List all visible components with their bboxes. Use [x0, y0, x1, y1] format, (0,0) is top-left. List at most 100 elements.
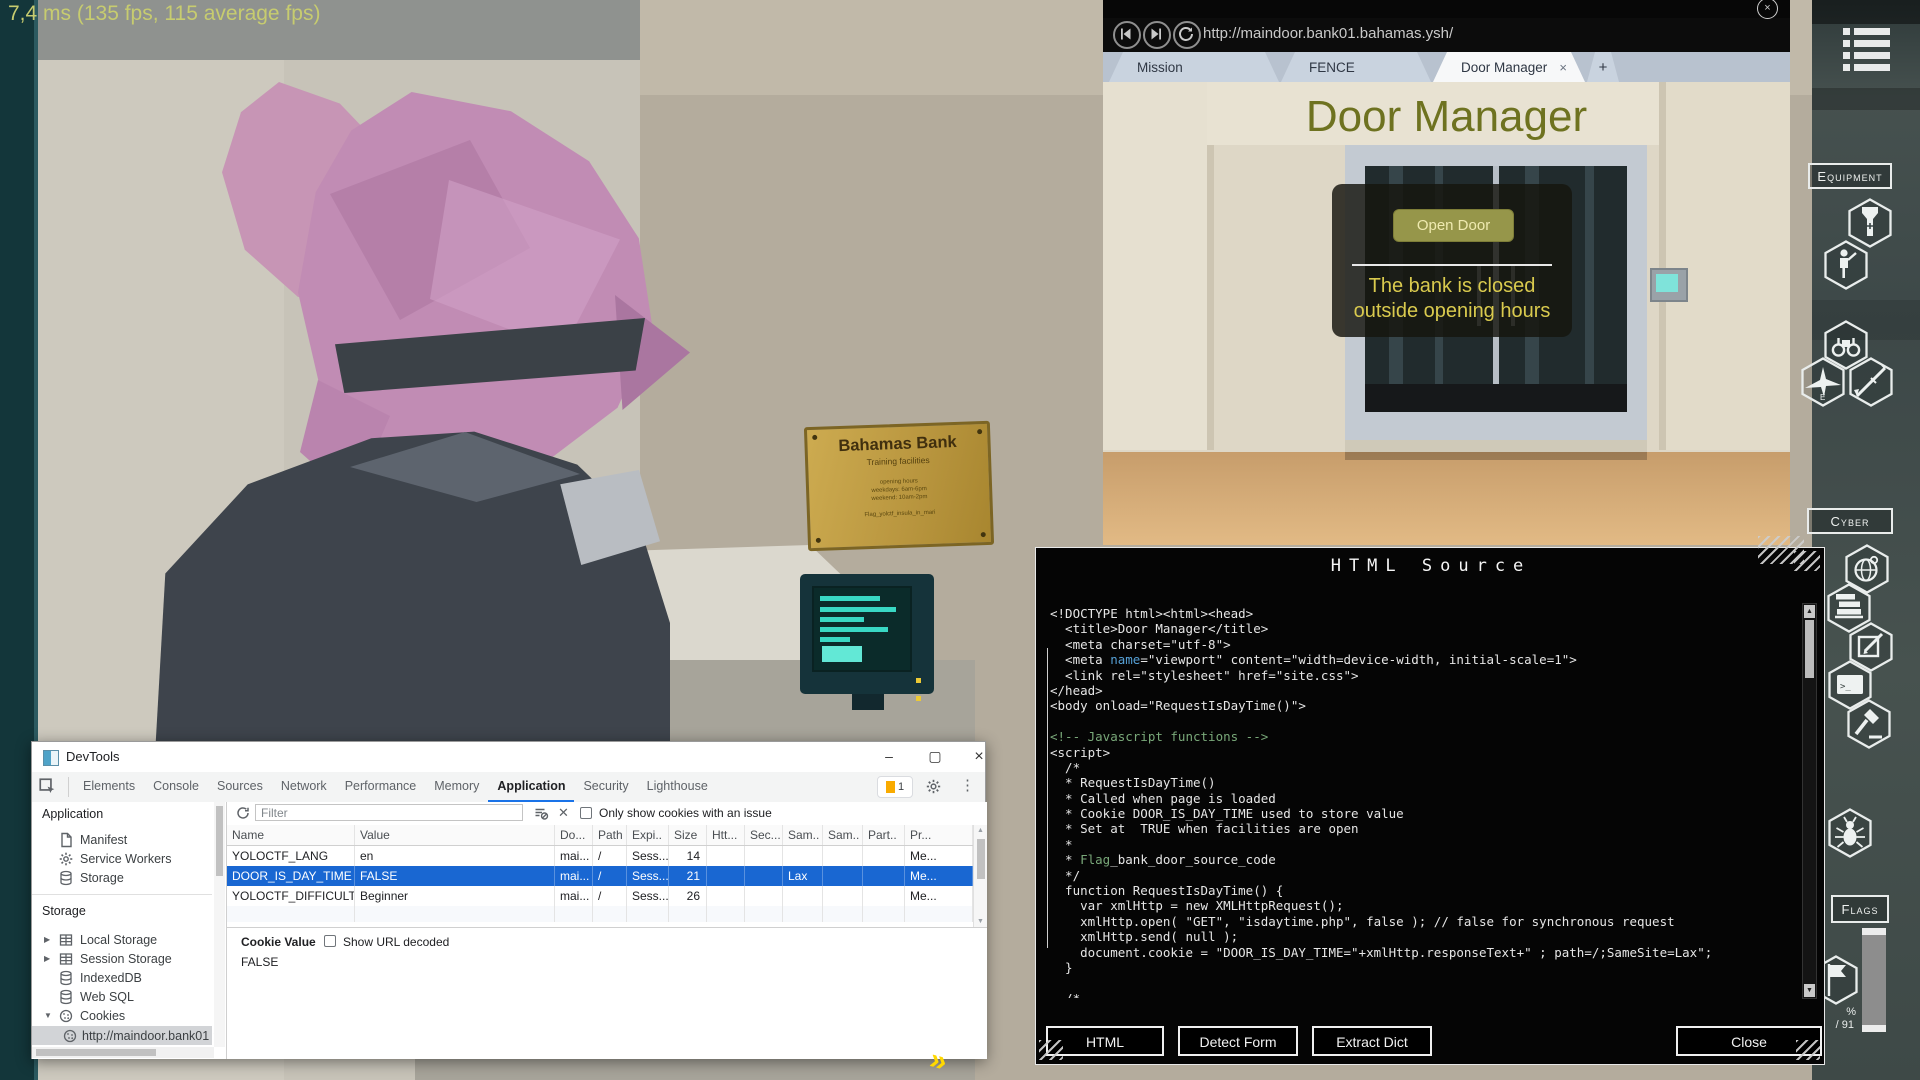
column-header[interactable]: Path [593, 825, 627, 845]
close-window-button[interactable]: × [962, 742, 996, 771]
scroll-up-icon[interactable]: ▲ [974, 827, 987, 834]
scroll-up-icon[interactable]: ▲ [1804, 605, 1815, 618]
devtools-app-icon [43, 750, 59, 766]
refresh-icon[interactable] [235, 805, 251, 824]
column-header[interactable]: Expi.. [627, 825, 669, 845]
cookie-cell: Me... [905, 846, 973, 866]
column-header[interactable]: Sec... [745, 825, 783, 845]
devtools-tab-sources[interactable]: Sources [208, 772, 272, 802]
issues-checkbox[interactable] [580, 807, 592, 819]
back-button[interactable] [1113, 21, 1141, 49]
sidebar-item-storage[interactable]: Storage [32, 868, 212, 887]
cookie-row-YOLOCTF_DIFFICULTY[interactable]: YOLOCTF_DIFFICULTYBeginnermai.../Sess...… [227, 886, 973, 906]
sidebar-item-indexeddb[interactable]: IndexedDB [32, 968, 212, 987]
clear-filter-icon[interactable]: ✕ [558, 805, 569, 821]
devtools-tab-console[interactable]: Console [144, 772, 208, 802]
url-decoded-label[interactable]: Show URL decoded [343, 935, 449, 949]
column-header[interactable]: Part.. [863, 825, 905, 845]
devtools-tab-network[interactable]: Network [272, 772, 336, 802]
column-header[interactable]: Size [669, 825, 707, 845]
kebab-menu-icon[interactable]: ⋮ [960, 776, 975, 794]
document-icon [58, 832, 76, 848]
url-decoded-checkbox[interactable] [324, 935, 336, 947]
sidebar-item-cookie-origin[interactable]: http://maindoor.bank01 ▼ [32, 1026, 212, 1045]
scroll-thumb[interactable] [1805, 620, 1814, 678]
table-scrollbar[interactable]: ▲ ▼ [973, 825, 987, 927]
code-accent-line [1047, 648, 1048, 948]
tab-mission[interactable]: Mission [1109, 52, 1279, 82]
devtools-tab-lighthouse[interactable]: Lighthouse [638, 772, 717, 802]
page-floor [1103, 452, 1790, 545]
sidebar-item-web-sql[interactable]: Web SQL [32, 987, 212, 1006]
door-control-panel: Open Door The bank is closed outside ope… [1332, 184, 1572, 337]
flags-progress-bar [1862, 928, 1886, 1032]
door-kickplate [1365, 384, 1627, 412]
code-line: /* [1050, 991, 1798, 998]
cookie-row-DOOR_IS_DAY_TIME[interactable]: DOOR_IS_DAY_TIMEFALSEmai.../Sess...21Lax… [227, 866, 973, 886]
tab-door-manager[interactable]: Door Manager × [1433, 52, 1585, 82]
door-keypad[interactable] [1650, 268, 1688, 302]
empty-row [227, 906, 973, 922]
code-line [1050, 714, 1798, 729]
cookie-cell: mai... [555, 866, 593, 886]
minimize-button[interactable]: – [872, 742, 906, 771]
cookie-row-YOLOCTF_LANG[interactable]: YOLOCTF_LANGenmai.../Sess...14Me... [227, 846, 973, 866]
address-bar[interactable]: http://maindoor.bank01.bahamas.ysh/ [1203, 25, 1453, 42]
resize-handle-icon[interactable] [1758, 536, 1804, 564]
maximize-button[interactable]: ▢ [918, 742, 952, 771]
column-header[interactable]: Name [227, 825, 355, 845]
devtools-tab-memory[interactable]: Memory [425, 772, 488, 802]
sidebar-vertical-scrollbar[interactable] [214, 802, 225, 1047]
settings-gear-icon[interactable] [925, 778, 942, 798]
devtools-tab-performance[interactable]: Performance [336, 772, 426, 802]
source-code-view[interactable]: <!DOCTYPE html><html><head> <title>Door … [1050, 606, 1798, 998]
monitor-leds [916, 678, 929, 683]
column-header[interactable]: Sam.. [783, 825, 823, 845]
sidebar-item-cookies[interactable]: ▼ Cookies [32, 1006, 212, 1025]
filter-list-icon[interactable] [533, 805, 549, 824]
inspect-element-icon[interactable] [38, 777, 69, 797]
forward-button[interactable] [1143, 21, 1171, 49]
tab-close-icon[interactable]: × [1559, 60, 1567, 75]
cookie-cell [863, 846, 905, 866]
tab-fence[interactable]: FENCE [1281, 52, 1431, 82]
sidebar-item-session-storage[interactable]: ▶ Session Storage [32, 949, 212, 968]
column-header[interactable]: Sam.. [823, 825, 863, 845]
sidebar-item-service-workers[interactable]: Service Workers [32, 849, 212, 868]
extract-dict-button[interactable]: Extract Dict [1312, 1026, 1432, 1056]
cookie-cell: Sess... [627, 886, 669, 906]
devtools-tab-elements[interactable]: Elements [74, 772, 144, 802]
cookie-cell [783, 846, 823, 866]
open-door-button[interactable]: Open Door [1393, 209, 1514, 242]
devtools-tab-security[interactable]: Security [574, 772, 637, 802]
sidebar-horizontal-scrollbar[interactable] [32, 1047, 214, 1058]
filter-input[interactable] [255, 804, 523, 821]
cookie-cell: Sess... [627, 846, 669, 866]
sidebar-item-local-storage[interactable]: ▶ Local Storage [32, 930, 212, 949]
cookies-table: YOLOCTF_LANGenmai.../Sess...14Me...DOOR_… [227, 846, 973, 922]
column-header[interactable]: Value [355, 825, 555, 845]
devtools-tab-bar: ElementsConsoleSourcesNetworkPerformance… [32, 772, 985, 803]
grid-icon [58, 932, 76, 948]
cookie-cell: YOLOCTF_DIFFICULTY [227, 886, 355, 906]
reload-button[interactable] [1173, 21, 1201, 49]
code-scrollbar[interactable]: ▲ ▼ [1802, 603, 1817, 999]
corner-hatch-icon [1039, 1040, 1063, 1060]
chevron-right-icon[interactable]: ▶ [32, 935, 58, 944]
issues-badge[interactable]: 1 [877, 776, 913, 798]
column-header[interactable]: Do... [555, 825, 593, 845]
scroll-down-icon[interactable]: ▼ [1804, 984, 1815, 997]
new-tab-button[interactable]: + [1587, 52, 1619, 82]
devtools-tab-application[interactable]: Application [488, 772, 574, 802]
detect-form-button[interactable]: Detect Form [1178, 1026, 1298, 1056]
chevron-down-icon[interactable]: ▼ [32, 1011, 58, 1020]
menu-icon[interactable] [1843, 28, 1891, 72]
sidebar-item-manifest[interactable]: Manifest [32, 830, 212, 849]
html-button[interactable]: HTML [1046, 1026, 1164, 1056]
scroll-down-icon[interactable]: ▼ [974, 918, 987, 925]
chevron-right-icon[interactable]: ▶ [32, 954, 58, 963]
code-line: <title>Door Manager</title> [1050, 621, 1798, 636]
issues-checkbox-label[interactable]: Only show cookies with an issue [599, 806, 772, 820]
column-header[interactable]: Htt... [707, 825, 745, 845]
column-header[interactable]: Pr... [905, 825, 973, 845]
